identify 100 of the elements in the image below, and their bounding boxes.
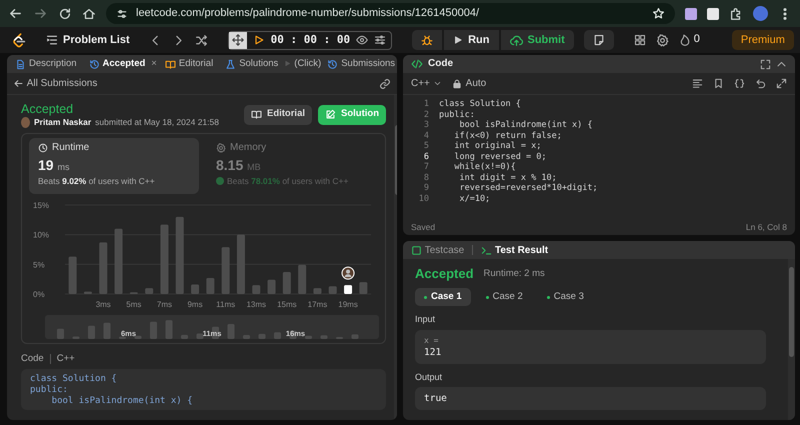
code-label: Code	[21, 353, 44, 364]
chart-bar	[282, 272, 291, 294]
history-icon	[327, 58, 338, 70]
run-button[interactable]: Run	[444, 30, 498, 50]
code-line: int original = x;	[453, 141, 542, 152]
code-line: int digit = x % 10;	[458, 172, 557, 183]
play-icon[interactable]	[252, 34, 265, 46]
case-tab[interactable]: Case 1	[415, 288, 471, 306]
layout-grid-icon[interactable]	[634, 34, 646, 46]
extension-icon[interactable]	[707, 8, 719, 20]
bookmark-icon[interactable]	[713, 78, 724, 89]
chart-bar	[236, 234, 245, 294]
play-icon	[453, 35, 464, 45]
site-settings-icon[interactable]	[116, 8, 128, 20]
code-line: long reversed = 0;	[453, 152, 546, 162]
panel-tab[interactable]: Description	[11, 56, 81, 72]
format-icon[interactable]	[692, 78, 703, 89]
x-axis-label: 7ms	[156, 300, 172, 309]
variable-name: x =	[424, 334, 440, 346]
code-line: public:	[439, 110, 475, 120]
shuffle-icon[interactable]	[194, 34, 208, 46]
panel-tab[interactable]: Accepted	[84, 56, 150, 72]
chart-bar	[68, 256, 77, 294]
sliders-icon[interactable]	[374, 34, 386, 46]
code-line: class Solution {	[30, 374, 118, 385]
avatar-marker	[342, 266, 355, 280]
submit-button[interactable]: Submit	[500, 30, 574, 50]
output-value: true	[424, 392, 448, 405]
panel-tab[interactable]: Submissions	[323, 56, 397, 72]
book-icon	[164, 58, 176, 70]
code-line: public:	[30, 385, 69, 396]
extension-icon[interactable]	[685, 8, 697, 20]
tab-note: (Click)	[294, 58, 322, 70]
panel-title: Code	[428, 58, 453, 70]
case-tab[interactable]: Case 3	[538, 288, 593, 306]
arrow-right-icon	[284, 60, 292, 68]
profile-avatar[interactable]	[753, 6, 768, 21]
chart-bar	[114, 228, 123, 294]
close-tab-icon[interactable]: ×	[151, 58, 157, 70]
chart-bar	[328, 286, 337, 294]
back-arrow-icon	[13, 78, 24, 89]
clock-icon	[38, 143, 48, 153]
scrollbar[interactable]	[788, 259, 795, 420]
edit-icon	[325, 109, 336, 120]
checkbox-icon	[411, 244, 422, 256]
line-number: 6	[422, 152, 429, 162]
braces-icon[interactable]	[734, 78, 745, 89]
x-axis-label: 5ms	[126, 300, 142, 309]
all-submissions-link[interactable]: All Submissions	[13, 76, 98, 91]
memory-panel[interactable]: Memory 8.15 MB Beats 78.01% of users with C++	[207, 138, 377, 194]
code-line: class Solution {	[439, 99, 521, 110]
panel-tab[interactable]: Solutions	[221, 56, 282, 72]
case-tab[interactable]: Case 2	[476, 288, 532, 306]
chart-bar	[313, 288, 322, 294]
debug-button[interactable]	[412, 30, 442, 50]
problem-list-button[interactable]: Problem List	[37, 30, 139, 50]
move-icon[interactable]	[232, 34, 244, 46]
flask-icon	[225, 58, 236, 70]
chart-bar	[359, 282, 368, 294]
back-icon[interactable]	[8, 6, 23, 21]
cursor-position: Ln 6, Col 8	[746, 222, 787, 232]
panel-tab[interactable]: Test Result	[481, 242, 548, 258]
premium-button[interactable]: Premium	[732, 30, 794, 50]
reload-icon[interactable]	[58, 6, 72, 20]
code-line: reversed=reversed*10+digit;	[458, 183, 598, 194]
runtime-text: Runtime: 2 ms	[484, 266, 545, 281]
author-name: Pritam Naskar	[34, 117, 92, 128]
extensions-icon[interactable]	[729, 6, 743, 20]
eye-icon[interactable]	[356, 34, 368, 46]
expand-icon[interactable]	[776, 78, 787, 89]
submission-time: submitted at May 18, 2024 21:58	[95, 117, 219, 128]
line-number: 2	[422, 110, 429, 120]
line-number: 7	[422, 162, 429, 172]
address-bar[interactable]: leetcode.com/problems/palindrome-number/submissions/1261450004/	[106, 3, 675, 24]
runtime-panel[interactable]: Runtime 19 ms Beats 9.02% of users with C++	[29, 138, 199, 194]
forward-icon[interactable]	[33, 6, 48, 21]
result-status: Accepted	[415, 265, 474, 283]
book-icon	[250, 109, 262, 120]
x-axis-label: 17ms	[308, 300, 328, 309]
line-number: 9	[422, 183, 429, 194]
undo-icon[interactable]	[755, 78, 766, 89]
home-icon[interactable]	[82, 6, 96, 20]
code-line: while(x!=0){	[453, 162, 516, 172]
language-dropdown[interactable]: C++	[411, 76, 442, 91]
x-axis-label: 13ms	[246, 300, 266, 309]
settings-icon[interactable]	[656, 34, 669, 46]
streak-count: 0	[694, 33, 700, 47]
chart-bar	[268, 280, 276, 294]
bookmark-star-icon[interactable]	[652, 7, 665, 20]
lock-icon	[452, 78, 462, 88]
link-icon[interactable]	[379, 78, 391, 90]
notes-button[interactable]	[584, 30, 614, 50]
code-line: bool isPalindrome(int x) {	[458, 120, 593, 130]
timer[interactable]: 00 : 00 : 00	[228, 30, 392, 50]
panel-tab[interactable]: Testcase	[411, 242, 464, 258]
panel-tab[interactable]: Editorial	[160, 56, 218, 72]
beats-text: Beats 9.02% of users with C++	[38, 176, 155, 186]
editorial-button[interactable]: Editorial	[244, 104, 312, 124]
fullscreen-icon[interactable]	[760, 58, 771, 70]
code-line: bool isPalindrome(int x) {	[50, 396, 194, 408]
